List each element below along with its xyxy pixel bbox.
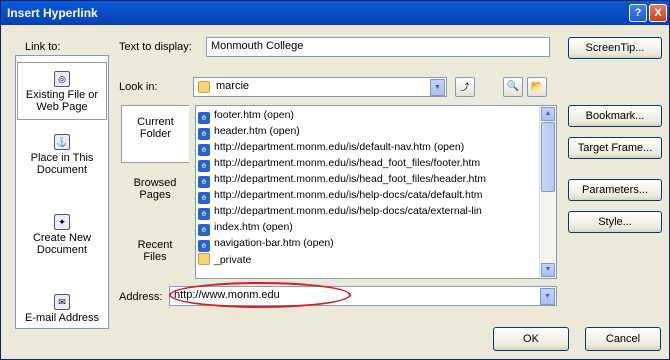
email-icon: ✉ [54,294,70,310]
look-in-label: Look in: [119,81,158,93]
cancel-button[interactable]: Cancel [585,327,661,351]
file-name: http://department.monm.edu/is/help-docs/… [214,189,483,201]
web-page-icon: e [198,224,210,236]
link-email-address[interactable]: ✉ E-mail Address [17,294,107,326]
address-label: Address: [119,291,163,303]
list-item[interactable]: e http://department.monm.edu/is/head_foot… [198,157,481,172]
tab-recent-files[interactable]: Recent Files [121,239,189,279]
link-existing-file-line2: Web Page [36,101,88,113]
text-to-display-label: Text to display: [119,41,192,53]
list-item[interactable]: e index.htm (open) [198,221,293,236]
dialog-title: Insert Hyperlink [7,6,98,20]
file-name: _private [214,254,252,266]
file-name: header.htm (open) [214,125,300,137]
web-page-icon: e [198,176,210,188]
link-email-label: E-mail Address [25,312,99,324]
browse-tabs: Current Folder Browsed Pages Recent File… [121,105,189,291]
close-button[interactable]: X [649,4,667,22]
link-existing-file-line1: Existing File or [25,89,99,101]
list-item[interactable]: e http://department.monm.edu/is/default-n… [198,141,465,156]
browse-web-button[interactable]: 🔍 [503,77,523,97]
look-in-select[interactable]: marcie ▼ [193,77,447,97]
scroll-down-icon[interactable]: ▼ [541,263,555,277]
file-name: navigation-bar.htm (open) [214,237,334,249]
tab-current-folder[interactable]: Current Folder [121,105,189,163]
scrollbar-thumb[interactable] [541,122,555,192]
list-item[interactable]: e footer.htm (open) [198,109,294,124]
style-button[interactable]: Style... [568,211,662,233]
chevron-down-icon[interactable]: ▼ [430,79,445,96]
web-page-icon: e [198,112,210,124]
highlight-annotation [169,282,351,308]
list-item[interactable]: e navigation-bar.htm (open) [198,237,334,252]
link-create-line2: Document [36,244,88,256]
list-item[interactable]: _private [198,253,251,267]
link-place-in-document[interactable]: ⚓ Place in This Document [17,134,107,188]
file-name: http://department.monm.edu/is/default-na… [214,141,465,153]
file-name: index.htm (open) [214,221,293,233]
up-one-folder-button[interactable]: ⤴ [455,77,475,97]
tab-recent-line1: Recent [137,239,173,251]
document-anchor-icon: ⚓ [54,134,70,150]
link-create-line1: Create New [32,232,92,244]
web-page-icon: e [198,192,210,204]
list-item[interactable]: e http://department.monm.edu/is/head_foot… [198,173,487,188]
scroll-up-icon[interactable]: ▲ [541,107,555,121]
new-document-icon: ✦ [54,214,70,230]
web-page-icon: e [198,128,210,140]
look-in-value: marcie [216,80,250,92]
list-item[interactable]: e header.htm (open) [198,125,300,140]
web-page-icon: e [198,208,210,220]
web-page-icon: e [198,240,210,252]
file-list-scrollbar[interactable]: ▲ ▼ [539,106,556,278]
file-list: e footer.htm (open) e header.htm (open) eh… [195,105,557,279]
target-frame-button[interactable]: Target Frame... [568,137,662,159]
web-page-icon: e [198,144,210,156]
link-to-label: Link to: [25,41,61,53]
file-name: http://department.monm.edu/is/head_foot_… [214,157,481,169]
link-place-line2: Document [36,164,88,176]
list-item[interactable]: e http://department.monm.edu/is/help-docs… [198,189,483,204]
screentip-button[interactable]: ScreenTip... [568,37,662,59]
file-name: footer.htm (open) [214,109,294,121]
folder-icon [198,81,210,93]
up-folder-icon: ⤴ [460,82,470,92]
link-to-bar: ◎ Existing File or Web Page ⚓ Place in T… [15,55,109,329]
link-place-line1: Place in This [30,152,94,164]
tab-browsed-line1: Browsed [133,177,177,189]
help-button[interactable]: ? [629,4,647,22]
bookmark-button[interactable]: Bookmark... [568,105,662,127]
list-item[interactable]: e http://department.monm.edu/is/help-docs… [198,205,482,220]
link-create-new-document[interactable]: ✦ Create New Document [17,214,107,268]
folder-icon [198,253,210,265]
parameters-button[interactable]: Parameters... [568,179,662,201]
tab-browsed-pages[interactable]: Browsed Pages [121,177,189,217]
tab-current-folder-line1: Current [137,116,174,128]
tab-current-folder-line2: Folder [139,128,172,140]
chevron-down-icon[interactable]: ▼ [540,288,555,305]
open-folder-icon: 📂 [530,81,544,92]
link-existing-file[interactable]: ◎ Existing File or Web Page [17,62,107,120]
browse-file-button[interactable]: 📂 [527,77,547,97]
file-name: http://department.monm.edu/is/help-docs/… [214,205,482,217]
tab-browsed-line2: Pages [139,189,171,201]
file-name: http://department.monm.edu/is/head_foot_… [214,173,487,185]
globe-search-icon: 🔍 [506,81,520,92]
tab-recent-line2: Files [143,251,167,263]
title-bar: Insert Hyperlink ? X [1,1,669,25]
globe-page-icon: ◎ [54,71,70,87]
ok-button[interactable]: OK [493,327,569,351]
text-to-display-input[interactable]: Monmouth College [206,37,550,57]
web-page-icon: e [198,160,210,172]
insert-hyperlink-dialog: Insert Hyperlink ? X Link to: ◎ Existing… [0,0,670,360]
